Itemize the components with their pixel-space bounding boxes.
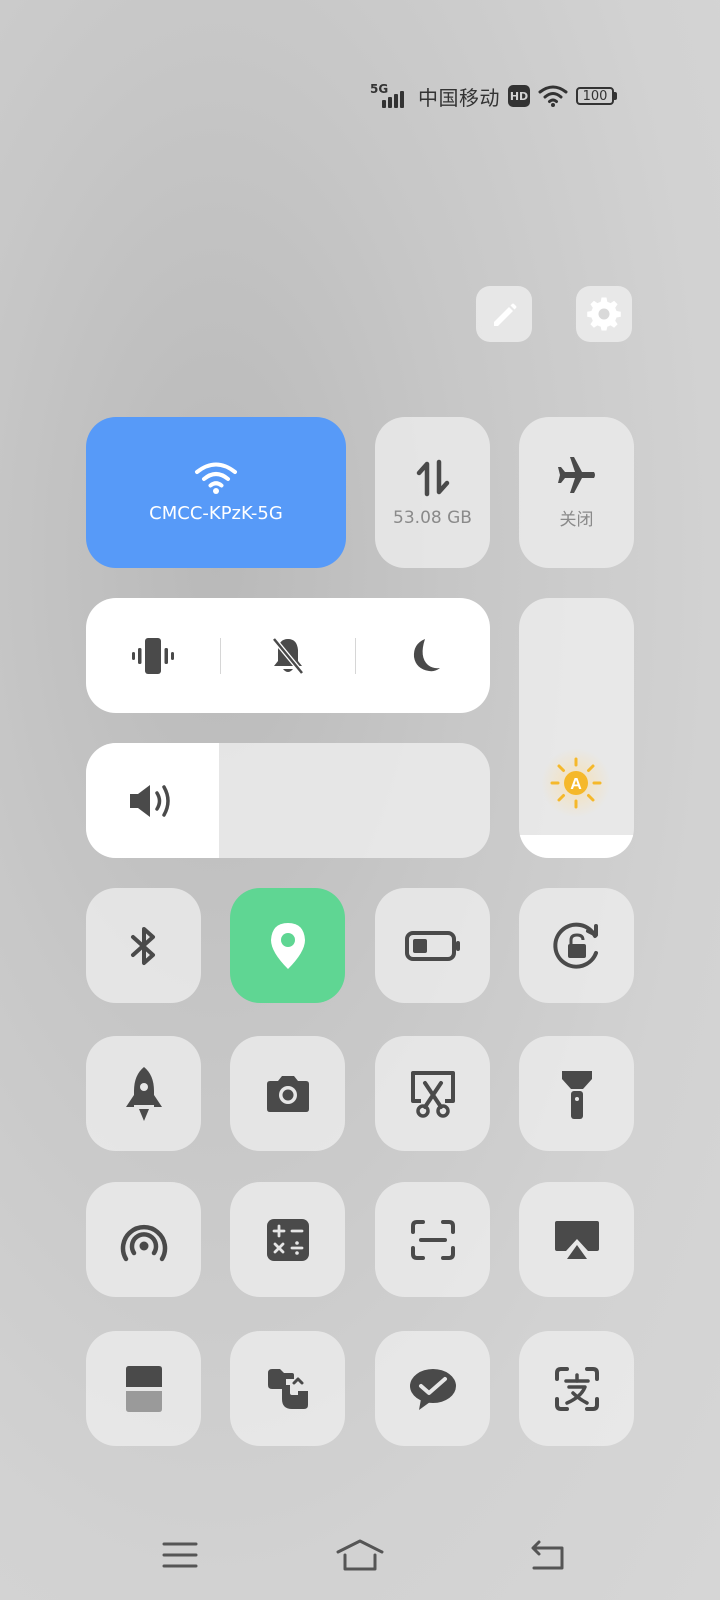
- bluetooth-icon: [130, 926, 155, 965]
- mute-button[interactable]: [221, 598, 355, 713]
- wifi-icon: [195, 462, 237, 494]
- brightness-fill: [519, 834, 634, 858]
- hotspot-icon: [120, 1224, 167, 1261]
- airplane-status: 关闭: [559, 510, 594, 530]
- vibrate-icon: [132, 637, 174, 674]
- translate-icon: [554, 1366, 599, 1411]
- hotspot-tile[interactable]: [86, 1182, 201, 1297]
- vibrate-button[interactable]: [86, 598, 220, 713]
- back-button[interactable]: [520, 1535, 576, 1575]
- speaker-icon: [130, 784, 170, 817]
- battery-indicator: 100: [576, 87, 617, 105]
- screen-cast-tile[interactable]: [519, 1182, 634, 1297]
- sound-mode-panel: [86, 598, 490, 713]
- battery-level: 100: [576, 87, 614, 105]
- data-usage-label: 53.08 GB: [393, 507, 472, 528]
- home-button[interactable]: [332, 1535, 388, 1575]
- airplane-icon: [557, 457, 595, 493]
- rotation-lock-tile[interactable]: [519, 888, 634, 1003]
- wechat-tile[interactable]: [375, 1331, 490, 1446]
- transfer-tile[interactable]: [230, 1331, 345, 1446]
- auto-brightness-icon: A: [541, 748, 611, 818]
- cast-icon: [554, 1220, 599, 1259]
- brightness-slider[interactable]: A: [519, 598, 634, 858]
- bluetooth-tile[interactable]: [86, 888, 201, 1003]
- do-not-disturb-icon: [413, 638, 440, 671]
- home-icon: [336, 1539, 384, 1571]
- rotation-lock-icon: [552, 922, 598, 969]
- cell-signal-icon: 5G: [370, 82, 410, 108]
- screenshot-tile[interactable]: [375, 1036, 490, 1151]
- data-transfer-icon: [416, 459, 449, 496]
- flashlight-icon: [561, 1070, 592, 1119]
- mute-icon: [272, 636, 304, 675]
- battery-saver-tile[interactable]: [375, 888, 490, 1003]
- settings-button[interactable]: [576, 286, 632, 342]
- calculator-icon: [266, 1218, 309, 1261]
- location-tile[interactable]: [230, 888, 345, 1003]
- wifi-network-name: CMCC-KPzK-5G: [149, 503, 283, 524]
- transfer-icon: [267, 1368, 308, 1409]
- wifi-tile[interactable]: CMCC-KPzK-5G: [86, 417, 346, 568]
- status-bar: 5G 中国移动 HD 100: [370, 80, 617, 112]
- location-icon: [270, 922, 305, 969]
- calculator-tile[interactable]: [230, 1182, 345, 1297]
- rocket-icon: [125, 1066, 162, 1121]
- gear-icon: [587, 297, 621, 331]
- volume-slider[interactable]: [86, 743, 490, 858]
- menu-icon: [162, 1542, 198, 1568]
- scan-icon: [410, 1219, 455, 1260]
- back-icon: [531, 1540, 564, 1570]
- wifi-status-icon: [538, 85, 568, 107]
- translate-tile[interactable]: [519, 1331, 634, 1446]
- chat-icon: [409, 1368, 456, 1410]
- do-not-disturb-button[interactable]: [356, 598, 490, 713]
- split-screen-tile[interactable]: [86, 1331, 201, 1446]
- airplane-mode-tile[interactable]: 关闭: [519, 417, 634, 568]
- scan-tile[interactable]: [375, 1182, 490, 1297]
- carrier-name: 中国移动: [418, 85, 500, 110]
- menu-button[interactable]: [152, 1535, 208, 1575]
- screenshot-icon: [410, 1070, 455, 1118]
- auto-brightness-label: A: [570, 776, 582, 793]
- hd-badge: HD: [508, 85, 530, 107]
- mobile-data-tile[interactable]: 53.08 GB: [375, 417, 490, 568]
- split-screen-icon: [125, 1365, 162, 1412]
- pencil-icon: [494, 303, 517, 326]
- camera-icon: [266, 1075, 309, 1112]
- flashlight-tile[interactable]: [519, 1036, 634, 1151]
- battery-icon: [404, 930, 460, 961]
- edit-button[interactable]: [476, 286, 532, 342]
- game-boost-tile[interactable]: [86, 1036, 201, 1151]
- camera-tile[interactable]: [230, 1036, 345, 1151]
